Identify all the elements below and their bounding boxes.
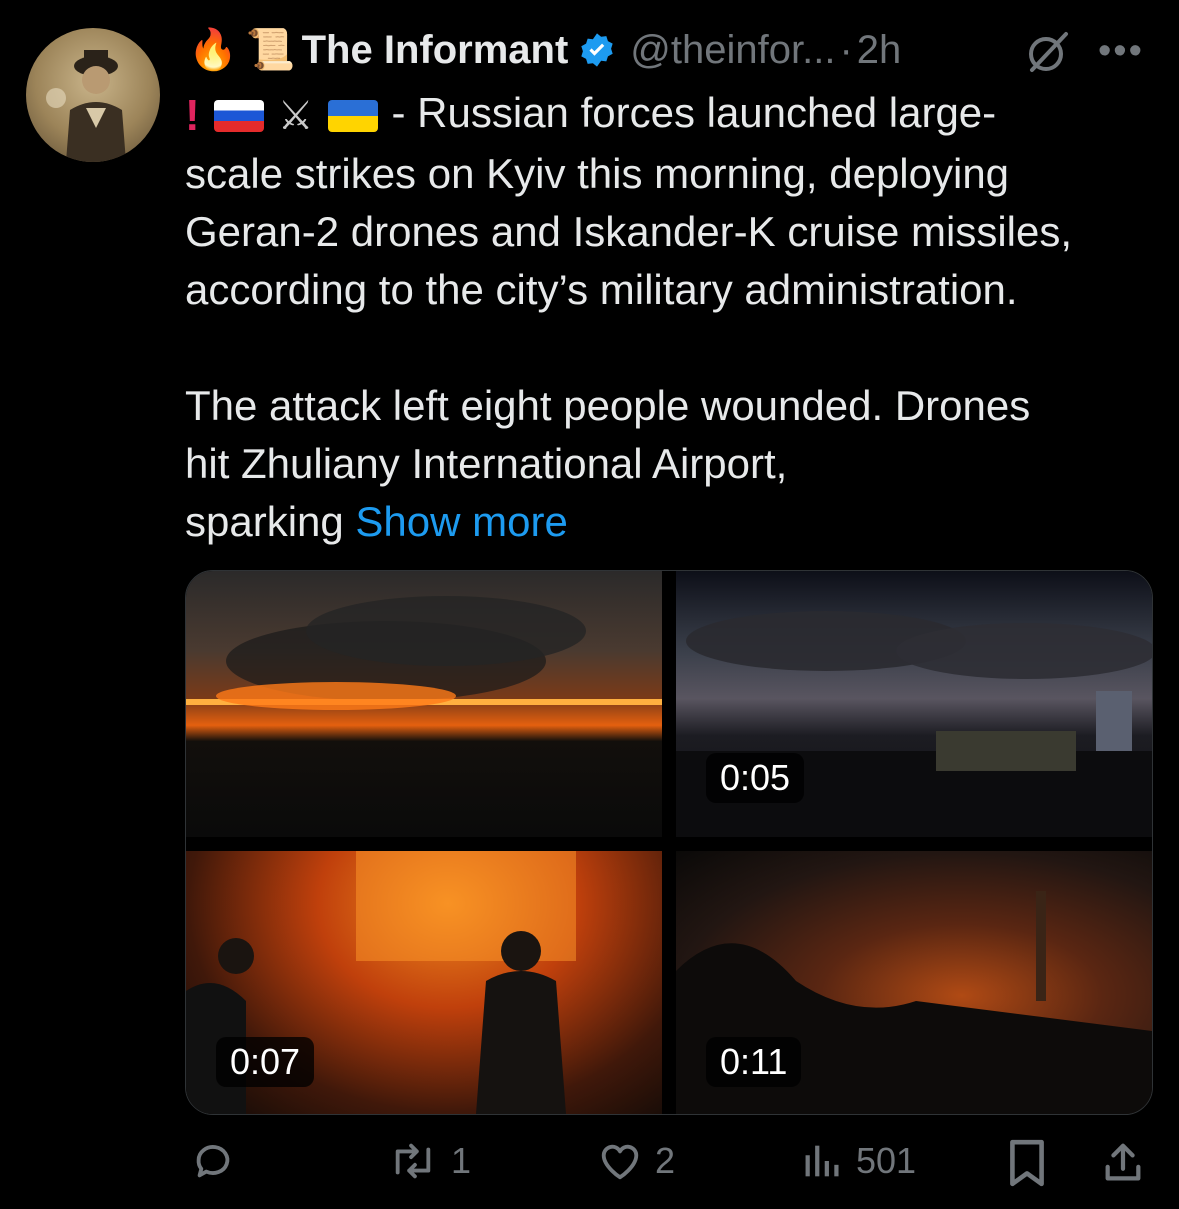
more-options-icon[interactable]: ••• [1098,30,1144,73]
action-bar: 1 2 501 [0,1138,1179,1198]
views-button[interactable]: 501 [800,1138,916,1184]
fire-emoji: 🔥 [188,27,238,73]
video-duration: 0:05 [706,753,805,803]
reply-icon [196,1145,230,1178]
views-count: 501 [856,1140,917,1181]
post-header: 🔥 📜 The Informant @theinfor... · 2h [188,22,901,78]
post-timestamp[interactable]: 2h [857,28,902,73]
bookmark-button[interactable] [1006,1138,1048,1188]
author-handle[interactable]: @theinfor... [630,28,835,73]
author-name[interactable]: The Informant [302,28,569,73]
grok-icon[interactable] [1024,30,1072,74]
repost-count: 1 [451,1140,472,1181]
media-tile-2[interactable]: 0:05 [676,571,1152,837]
repost-button[interactable]: 1 [385,1138,471,1184]
reply-button[interactable] [190,1138,246,1184]
post-text-line1: - Russian forces launched large- [391,89,997,136]
avatar[interactable] [26,28,160,162]
media-tile-3[interactable]: 0:07 [186,851,662,1114]
repost-icon [395,1143,431,1179]
post-text: ! ⚔ - Russian forces launched large- scale… [185,84,1165,551]
media-tile-1[interactable] [186,571,662,837]
avatar-portrait-icon [46,50,126,162]
exclamation-icon: ! [185,90,200,140]
separator-dot: · [839,27,853,72]
like-count: 2 [655,1140,676,1181]
media-grid: 0:05 0:07 0:11 [185,570,1153,1115]
russia-flag-icon [213,99,264,132]
bookmark-icon [1010,1139,1044,1187]
heart-icon [601,1144,639,1180]
show-more-link[interactable]: Show more [355,498,567,545]
scroll-emoji: 📜 [245,27,296,73]
fire-skyline-image-icon [186,596,662,710]
video-duration: 0:07 [216,1037,315,1087]
video-duration: 0:11 [706,1037,802,1087]
ukraine-flag-icon [327,99,378,132]
crossed-swords-icon: ⚔ [277,93,314,138]
views-chart-icon [805,1145,839,1177]
like-button[interactable]: 2 [595,1138,675,1184]
flags-group: ! ⚔ [185,87,378,145]
verified-badge-icon[interactable] [578,31,616,69]
share-icon [1105,1143,1141,1181]
share-button[interactable] [1100,1138,1146,1188]
media-tile-4[interactable]: 0:11 [676,851,1152,1114]
post-text-body: scale strikes on Kyiv this morning, depl… [185,149,1073,545]
